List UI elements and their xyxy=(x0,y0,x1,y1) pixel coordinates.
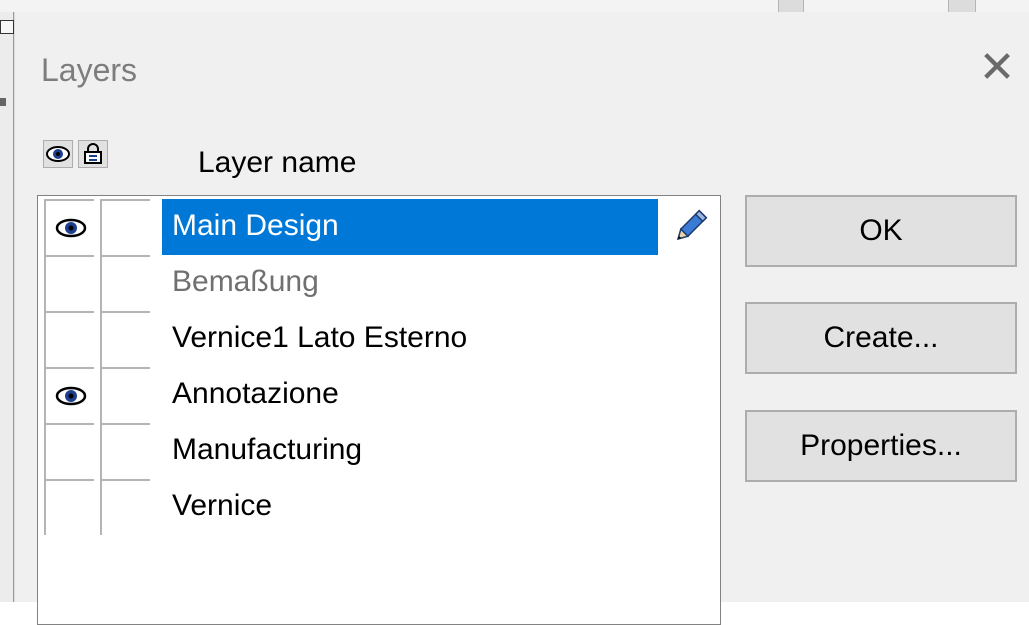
layer-lock-toggle[interactable] xyxy=(100,311,150,367)
layer-name-column-header: Layer name xyxy=(198,146,357,179)
layer-name[interactable]: Vernice1 Lato Esterno xyxy=(162,311,467,367)
pencil-icon[interactable] xyxy=(670,207,710,247)
background-window-edge xyxy=(0,12,14,602)
layer-name[interactable]: Annotazione xyxy=(162,367,339,423)
layer-row[interactable]: Annotazione xyxy=(44,367,714,423)
background-checkbox xyxy=(0,20,14,34)
background-marker xyxy=(0,98,6,106)
layer-row[interactable]: Vernice1 Lato Esterno xyxy=(44,311,714,367)
layer-lock-toggle[interactable] xyxy=(100,423,150,479)
eye-icon xyxy=(55,218,87,238)
layer-row[interactable]: Main Design xyxy=(44,199,714,255)
eye-icon xyxy=(55,386,87,406)
layer-name[interactable]: Manufacturing xyxy=(162,423,362,479)
close-icon[interactable]: ✕ xyxy=(975,46,1019,90)
eye-icon[interactable] xyxy=(43,140,73,168)
layers-dialog: Layers ✕ Layer name Main Design Bemaßung… xyxy=(14,12,1029,625)
layer-visibility-toggle[interactable] xyxy=(44,367,94,423)
layers-list[interactable]: Main Design Bemaßung Vernice1 Lato Ester… xyxy=(37,195,721,625)
create-button[interactable]: Create... xyxy=(745,302,1017,374)
layer-visibility-toggle[interactable] xyxy=(44,255,94,311)
layer-name[interactable]: Bemaßung xyxy=(162,255,319,311)
properties-button[interactable]: Properties... xyxy=(745,410,1017,482)
layer-row[interactable]: Vernice xyxy=(44,479,714,535)
layer-visibility-toggle[interactable] xyxy=(44,199,94,255)
layer-name[interactable]: Vernice xyxy=(162,479,272,535)
dialog-title: Layers xyxy=(41,52,138,88)
layer-lock-toggle[interactable] xyxy=(100,367,150,423)
layer-lock-toggle[interactable] xyxy=(100,479,150,535)
layer-lock-toggle[interactable] xyxy=(100,199,150,255)
layer-visibility-toggle[interactable] xyxy=(44,423,94,479)
layer-visibility-toggle[interactable] xyxy=(44,479,94,535)
background-scrollbar-thumb xyxy=(948,0,976,12)
lock-icon[interactable] xyxy=(78,140,108,168)
layer-row[interactable]: Manufacturing xyxy=(44,423,714,479)
background-scrollbar-thumb xyxy=(778,0,804,12)
layer-name[interactable]: Main Design xyxy=(162,199,658,255)
layer-visibility-toggle[interactable] xyxy=(44,311,94,367)
ok-button[interactable]: OK xyxy=(745,195,1017,267)
layer-row[interactable]: Bemaßung xyxy=(44,255,714,311)
layer-lock-toggle[interactable] xyxy=(100,255,150,311)
